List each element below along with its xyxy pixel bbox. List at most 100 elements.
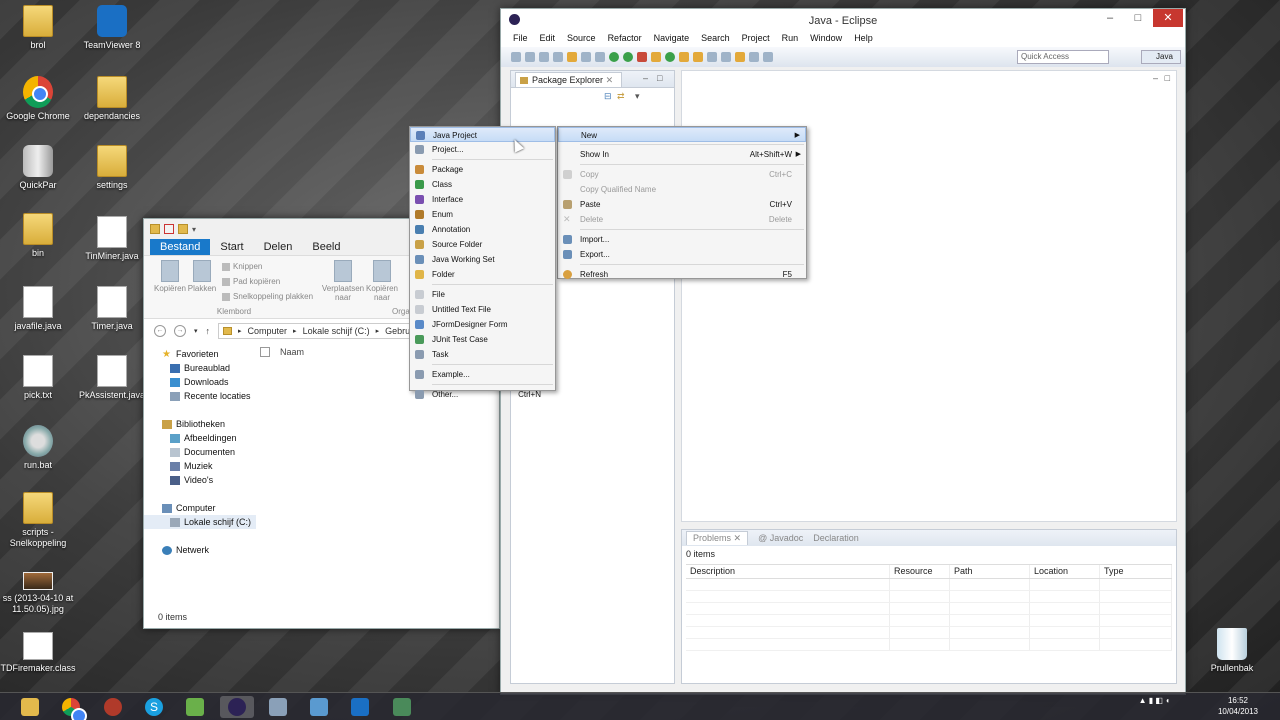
menu-item-new[interactable]: New ▶ <box>558 127 806 142</box>
copy-path-button[interactable]: Pad kopiëren <box>222 277 280 286</box>
move-to-button[interactable]: Verplaatsen naar <box>320 260 366 302</box>
menu-run[interactable]: Run <box>776 31 805 47</box>
desktop-icon-pick[interactable]: pick.txt <box>0 355 76 401</box>
nav-local-disk[interactable]: Lokale schijf (C:) <box>144 515 256 529</box>
desktop-icon-teamviewer[interactable]: TeamViewer 8 <box>74 5 150 51</box>
submenu-item-project[interactable]: Project... <box>410 142 555 157</box>
column-name-header[interactable]: Naam <box>280 347 304 357</box>
open-folder-icon[interactable] <box>693 52 703 62</box>
desktop-icon-bin[interactable]: bin <box>0 213 76 259</box>
submenu-item-source-folder[interactable]: Source Folder <box>410 237 555 252</box>
external-tools-icon[interactable] <box>637 52 647 62</box>
back-icon[interactable] <box>735 52 745 62</box>
desktop-icon-run-bat[interactable]: run.bat <box>0 425 76 471</box>
menu-file[interactable]: File <box>507 31 534 47</box>
cut-button[interactable]: Knippen <box>222 262 262 271</box>
menu-navigate[interactable]: Navigate <box>648 31 696 47</box>
history-dropdown-icon[interactable]: ▾ <box>194 327 198 335</box>
run-icon[interactable] <box>623 52 633 62</box>
column-resource[interactable]: Resource <box>890 565 950 578</box>
tab-beeld[interactable]: Beeld <box>302 239 350 255</box>
desktop-icon-tdfiremaker[interactable]: TDFiremaker.class <box>0 632 76 674</box>
taskbar-network[interactable] <box>261 696 295 718</box>
menu-item-delete[interactable]: ✕ Delete Delete <box>558 212 806 227</box>
submenu-item-working-set[interactable]: Java Working Set <box>410 252 555 267</box>
select-all-checkbox[interactable] <box>260 347 270 357</box>
quick-access-dropdown-icon[interactable]: ▾ <box>192 225 196 234</box>
clock[interactable]: 16:52 10/04/2013 <box>1218 695 1258 717</box>
paste-button[interactable]: Plakken <box>186 260 218 293</box>
taskbar-app[interactable] <box>96 696 130 718</box>
close-tab-icon[interactable]: ✕ <box>606 75 614 85</box>
annotation-icon[interactable] <box>721 52 731 62</box>
forward-arrow-icon[interactable]: → <box>174 325 186 337</box>
taskbar-app-2[interactable] <box>302 696 336 718</box>
nav-computer[interactable]: Computer <box>144 501 256 515</box>
desktop-icon-tinminer[interactable]: TinMiner.java <box>74 216 150 262</box>
skip-breakpoints-icon[interactable] <box>595 52 605 62</box>
nav-recent[interactable]: Recente locaties <box>144 389 256 403</box>
forward-icon[interactable] <box>749 52 759 62</box>
nav-music[interactable]: Muziek <box>144 459 256 473</box>
column-type[interactable]: Type <box>1100 565 1172 578</box>
desktop-icon-chrome[interactable]: Google Chrome <box>0 76 76 122</box>
copy-to-button[interactable]: Kopiëren naar <box>364 260 400 302</box>
submenu-item-folder[interactable]: Folder <box>410 267 555 282</box>
column-location[interactable]: Location <box>1030 565 1100 578</box>
taskbar-file-explorer[interactable] <box>13 696 47 718</box>
menu-item-export[interactable]: Export... <box>558 247 806 262</box>
desktop-icon-javafile[interactable]: javafile.java <box>0 286 76 332</box>
link-with-editor-icon[interactable]: ⇄ <box>617 91 625 102</box>
desktop-icon-scripts[interactable]: scripts - Snelkoppeling <box>0 492 76 549</box>
desktop-icon-quickpar[interactable]: QuickPar <box>0 145 76 191</box>
open-type-icon[interactable] <box>567 52 577 62</box>
desktop-icon-recycle-bin[interactable]: Prullenbak <box>1194 628 1270 674</box>
submenu-item-java-project[interactable]: Java Project <box>410 127 555 142</box>
minimize-editor-icon[interactable]: – <box>1153 73 1158 83</box>
tab-problems[interactable]: Problems ✕ <box>686 531 749 545</box>
close-button[interactable]: ✕ <box>1153 9 1183 27</box>
maximize-button[interactable]: □ <box>1125 9 1151 27</box>
menu-refactor[interactable]: Refactor <box>602 31 648 47</box>
breadcrumb-computer[interactable]: Computer <box>248 326 288 336</box>
tab-delen[interactable]: Delen <box>254 239 303 255</box>
java-perspective-button[interactable]: Java <box>1141 50 1181 64</box>
print-icon[interactable] <box>553 52 563 62</box>
menu-help[interactable]: Help <box>848 31 879 47</box>
menu-item-paste[interactable]: Paste Ctrl+V <box>558 197 806 212</box>
tab-declaration[interactable]: Declaration <box>813 533 859 543</box>
package-explorer-tab[interactable]: Package Explorer ✕ <box>515 72 623 87</box>
toggle-icon[interactable] <box>581 52 591 62</box>
close-tab-icon[interactable]: ✕ <box>734 533 742 543</box>
menu-item-copy-qualified-name[interactable]: Copy Qualified Name <box>558 182 806 197</box>
submenu-item-file[interactable]: File <box>410 287 555 302</box>
nav-downloads[interactable]: Downloads <box>144 375 256 389</box>
collapse-all-icon[interactable]: ⊟ <box>604 91 612 102</box>
pin-icon[interactable] <box>763 52 773 62</box>
debug-icon[interactable] <box>609 52 619 62</box>
minimize-button[interactable]: – <box>1097 9 1123 27</box>
new-java-project-icon[interactable] <box>651 52 661 62</box>
submenu-item-other[interactable]: Other... Ctrl+N <box>410 387 555 402</box>
desktop-icon-timer[interactable]: Timer.java <box>74 286 150 332</box>
new-folder-icon[interactable] <box>178 224 188 234</box>
up-arrow-icon[interactable]: ↑ <box>206 326 211 336</box>
menu-window[interactable]: Window <box>804 31 848 47</box>
taskbar-notepad[interactable] <box>178 696 212 718</box>
column-path[interactable]: Path <box>950 565 1030 578</box>
menu-item-show-in[interactable]: Show In Alt+Shift+W ▶ <box>558 147 806 162</box>
submenu-item-interface[interactable]: Interface <box>410 192 555 207</box>
submenu-item-form[interactable]: JFormDesigner Form <box>410 317 555 332</box>
column-description[interactable]: Description <box>686 565 890 578</box>
save-icon[interactable] <box>525 52 535 62</box>
submenu-item-package[interactable]: Package <box>410 162 555 177</box>
submenu-item-task[interactable]: Task <box>410 347 555 362</box>
back-arrow-icon[interactable]: ← <box>154 325 166 337</box>
tab-javadoc[interactable]: @ Javadoc <box>758 533 803 543</box>
properties-icon[interactable] <box>164 224 174 234</box>
menu-search[interactable]: Search <box>695 31 736 47</box>
submenu-item-example[interactable]: Example... <box>410 367 555 382</box>
menu-source[interactable]: Source <box>561 31 602 47</box>
menu-item-import[interactable]: Import... <box>558 232 806 247</box>
desktop-icon-screenshot[interactable]: ss (2013-04-10 at 11.50.05).jpg <box>0 572 76 615</box>
